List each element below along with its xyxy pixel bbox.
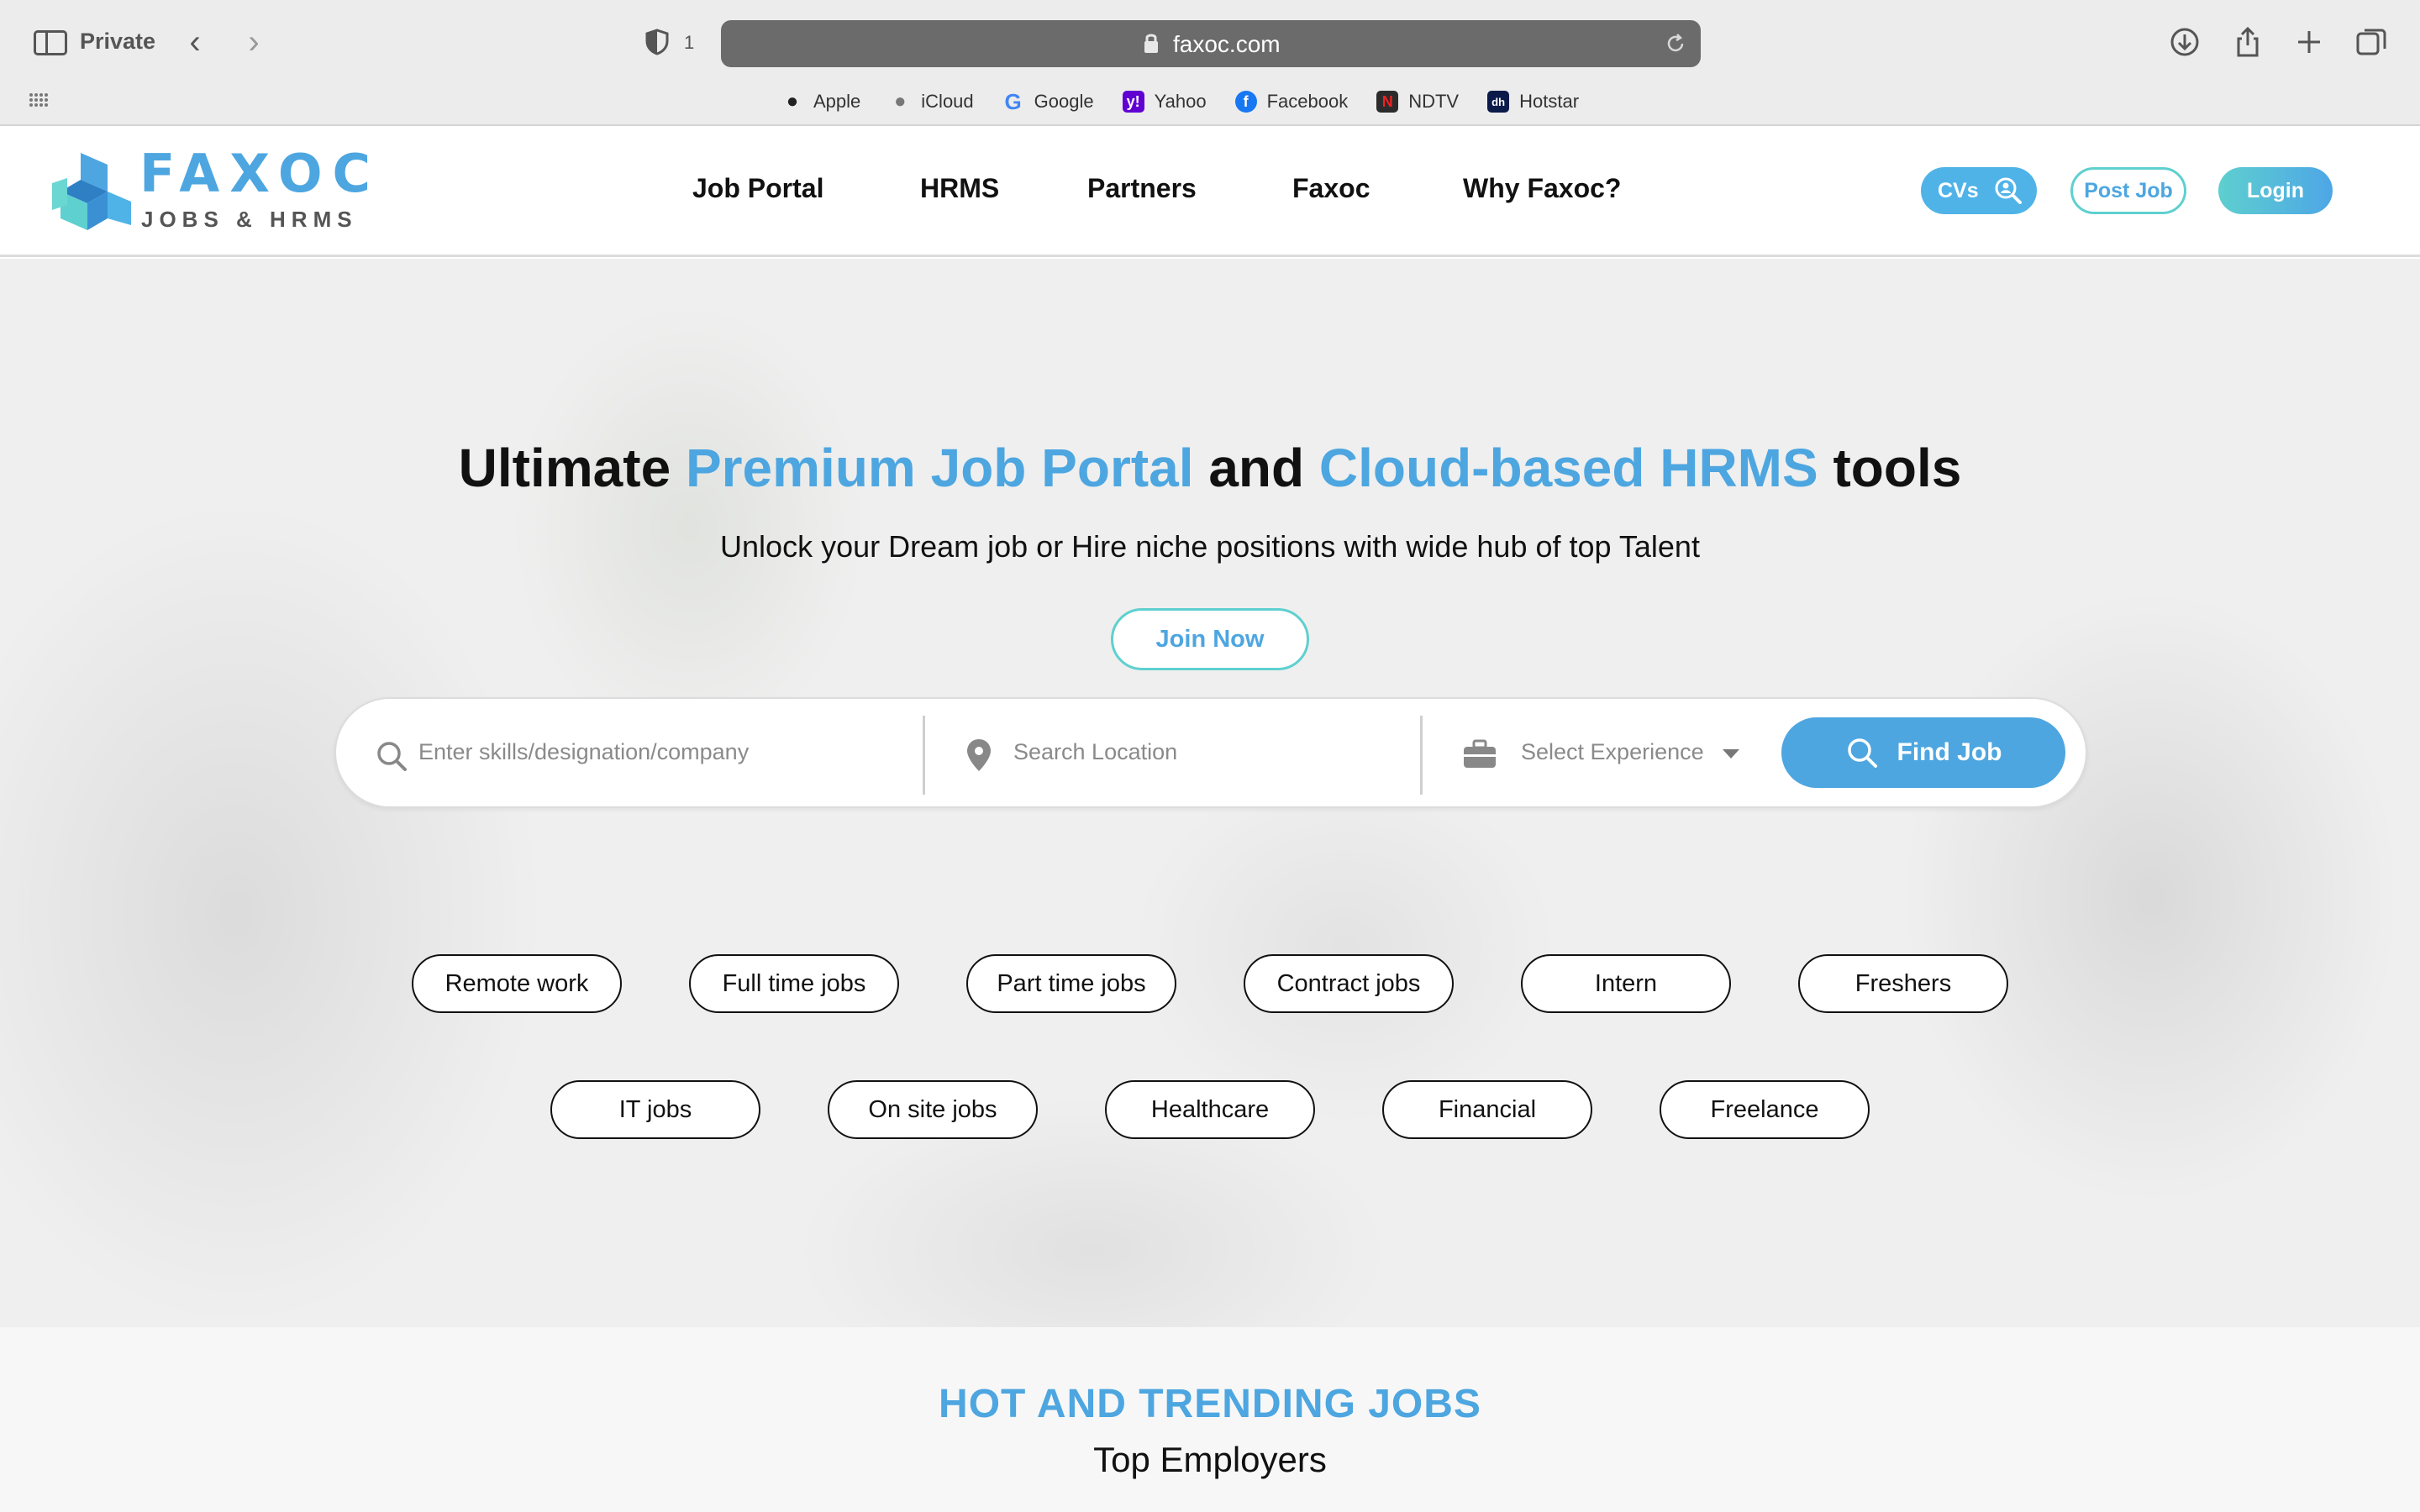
apple-icon: ● <box>786 90 799 113</box>
hero-title: Ultimate Premium Job Portal and Cloud-ba… <box>0 437 2420 499</box>
shield-icon[interactable] <box>645 29 669 55</box>
chip-it-jobs[interactable]: IT jobs <box>550 1080 760 1139</box>
find-job-label: Find Job <box>1897 738 2002 766</box>
tab-overview-icon[interactable] <box>2354 25 2388 59</box>
chip-full-time-jobs[interactable]: Full time jobs <box>689 954 899 1013</box>
post-job-button[interactable]: Post Job <box>2070 167 2186 214</box>
bookmark-label: NDTV <box>1408 91 1460 112</box>
briefcase-icon <box>1464 739 1496 768</box>
browser-chrome: Private ‹ › 1 faxoc.com ● Apple ● iCloud… <box>0 0 2420 126</box>
location-search-input[interactable]: Search Location <box>1013 739 1177 765</box>
hero-title-part: and <box>1193 438 1319 498</box>
trending-subtitle: Top Employers <box>1093 1440 1327 1479</box>
favorites-grid-icon[interactable] <box>29 92 49 108</box>
hotstar-icon: dh <box>1487 91 1510 113</box>
trending-title: HOT AND TRENDING JOBS <box>939 1382 1481 1426</box>
main-nav: Job Portal HRMS Partners Faxoc Why Faxoc… <box>0 173 2420 215</box>
google-icon: G <box>1004 88 1022 114</box>
bookmark-ndtv[interactable]: N NDTV <box>1376 91 1459 113</box>
chip-remote-work[interactable]: Remote work <box>412 954 622 1013</box>
location-pin-icon <box>967 739 991 771</box>
site-header: FAXOC JOBS & HRMS Job Portal HRMS Partne… <box>0 128 2420 257</box>
chip-contract-jobs[interactable]: Contract jobs <box>1244 954 1454 1013</box>
sidebar-toggle-icon[interactable] <box>34 30 67 55</box>
hero-section: Ultimate Premium Job Portal and Cloud-ba… <box>0 259 2420 1327</box>
back-button[interactable]: ‹ <box>178 24 212 60</box>
chip-financial[interactable]: Financial <box>1382 1080 1592 1139</box>
skills-search-input[interactable]: Enter skills/designation/company <box>418 739 749 765</box>
bookmark-hotstar[interactable]: dh Hotstar <box>1487 91 1579 113</box>
bookmark-label: Facebook <box>1266 91 1349 112</box>
search-divider <box>923 716 925 795</box>
bookmark-google[interactable]: G Google <box>1002 88 1094 114</box>
share-icon[interactable] <box>2231 25 2265 59</box>
lock-icon <box>1144 34 1158 53</box>
address-bar[interactable]: faxoc.com <box>721 20 1701 67</box>
nav-faxoc[interactable]: Faxoc <box>1292 173 1370 204</box>
bookmark-yahoo[interactable]: y! Yahoo <box>1122 91 1207 113</box>
reload-icon[interactable] <box>1664 32 1687 55</box>
tracker-count: 1 <box>684 32 695 53</box>
bookmark-apple[interactable]: ● Apple <box>781 90 861 113</box>
nav-partners[interactable]: Partners <box>1087 173 1197 204</box>
chevron-down-icon <box>1723 749 1739 759</box>
chip-on-site-jobs[interactable]: On site jobs <box>828 1080 1038 1139</box>
chip-part-time-jobs[interactable]: Part time jobs <box>966 954 1176 1013</box>
bookmark-label: Hotstar <box>1519 91 1580 112</box>
download-icon[interactable] <box>2168 25 2202 59</box>
facebook-icon: f <box>1234 91 1257 113</box>
search-person-icon <box>1995 177 2022 204</box>
nav-job-portal[interactable]: Job Portal <box>692 173 823 204</box>
chip-healthcare[interactable]: Healthcare <box>1105 1080 1315 1139</box>
chip-freshers[interactable]: Freshers <box>1798 954 2008 1013</box>
hero-subtitle: Unlock your Dream job or Hire niche posi… <box>720 529 1700 564</box>
search-icon <box>377 742 407 771</box>
forward-button[interactable]: › <box>237 24 271 60</box>
bookmark-label: Apple <box>813 91 861 112</box>
bookmark-icloud[interactable]: ● iCloud <box>889 90 974 113</box>
experience-select[interactable]: Select Experience <box>1521 739 1704 765</box>
nav-hrms[interactable]: HRMS <box>920 173 999 204</box>
bookmark-label: Yahoo <box>1154 91 1207 112</box>
browser-toolbar: Private ‹ › 1 faxoc.com <box>0 0 2420 86</box>
search-divider <box>1420 716 1423 795</box>
login-button[interactable]: Login <box>2218 167 2333 214</box>
hero-title-part: Ultimate <box>458 438 686 498</box>
bookmark-facebook[interactable]: f Facebook <box>1234 91 1349 113</box>
job-search-bar: Enter skills/designation/company Search … <box>334 697 2087 808</box>
cvs-label: CVs <box>1938 178 1979 202</box>
nav-why-faxoc[interactable]: Why Faxoc? <box>1463 173 1621 204</box>
join-now-button[interactable]: Join Now <box>1111 608 1309 670</box>
hero-title-highlight: Cloud-based HRMS <box>1318 438 1818 498</box>
hero-title-part: tools <box>1818 438 1962 498</box>
ndtv-icon: N <box>1376 91 1399 113</box>
cvs-button[interactable]: CVs <box>1921 167 2037 214</box>
url-text: faxoc.com <box>1173 31 1281 57</box>
bookmarks-bar: ● Apple ● iCloud G Google y! Yahoo f Fac… <box>781 87 1607 116</box>
trending-section: HOT AND TRENDING JOBS Top Employers <box>0 1327 2420 1512</box>
chip-freelance[interactable]: Freelance <box>1660 1080 1870 1139</box>
private-label: Private <box>80 29 156 54</box>
bookmark-label: iCloud <box>921 91 974 112</box>
yahoo-icon: y! <box>1122 91 1144 113</box>
hero-title-highlight: Premium Job Portal <box>685 438 1194 498</box>
bookmark-label: Google <box>1034 91 1094 112</box>
new-tab-icon[interactable] <box>2292 25 2326 59</box>
chip-intern[interactable]: Intern <box>1521 954 1731 1013</box>
apple-icon: ● <box>894 90 907 113</box>
find-job-button[interactable]: Find Job <box>1781 717 2065 788</box>
search-icon <box>1847 738 1877 768</box>
